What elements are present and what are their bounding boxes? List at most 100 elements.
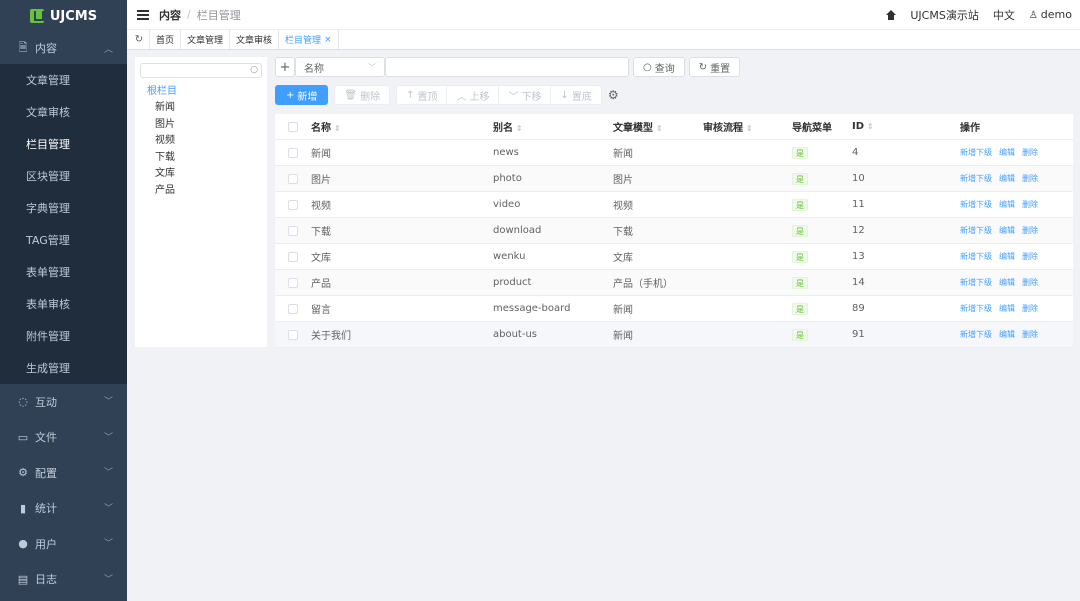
home-icon[interactable] [886, 9, 897, 20]
delete-link[interactable]: 删除 [1022, 252, 1038, 261]
gear-icon[interactable]: ⚙ [608, 88, 619, 102]
edit-link[interactable]: 编辑 [999, 148, 1015, 157]
delete-link[interactable]: 删除 [1022, 330, 1038, 339]
tree-search-input[interactable]: ○ [140, 63, 262, 78]
row-checkbox[interactable] [288, 199, 298, 210]
edit-link[interactable]: 编辑 [999, 304, 1015, 313]
refresh-icon[interactable]: ↻ [131, 30, 147, 49]
close-icon[interactable]: × [324, 35, 332, 45]
tree-node[interactable]: 视频 [140, 133, 262, 150]
move-bottom-button[interactable]: ↓ 置底 [550, 85, 602, 105]
row-checkbox[interactable] [288, 277, 298, 288]
add-child-link[interactable]: 新增下级 [960, 304, 992, 313]
sidebar-group-stats[interactable]: ▮ 统计 ﹀ [0, 491, 127, 527]
sidebar-item-generate[interactable]: 生成管理 [0, 352, 127, 384]
add-child-link[interactable]: 新增下级 [960, 174, 992, 183]
menu-toggle-icon[interactable] [137, 9, 149, 20]
add-child-link[interactable]: 新增下级 [960, 252, 992, 261]
tree-node[interactable]: 文库 [140, 166, 262, 183]
sidebar-item-channels[interactable]: 栏目管理 [0, 128, 127, 160]
delete-link[interactable]: 删除 [1022, 200, 1038, 209]
column-header-id[interactable]: ID ⇕ [852, 121, 960, 132]
language-switch[interactable]: 中文 [993, 7, 1015, 23]
reset-label: 重置 [710, 63, 731, 75]
app-logo[interactable]: UJCMS [0, 0, 127, 32]
document-icon: 🗎 [18, 40, 28, 54]
add-child-link[interactable]: 新增下级 [960, 148, 992, 157]
sidebar-item-blocks[interactable]: 区块管理 [0, 160, 127, 192]
table-row[interactable]: 视频 video 视频 是 11 新增下级 编辑 删除 [275, 192, 1073, 218]
row-checkbox[interactable] [288, 329, 298, 340]
column-header-process[interactable]: 审核流程 ⇕ [703, 119, 792, 134]
row-checkbox[interactable] [288, 173, 298, 184]
table-row[interactable]: 文库 wenku 文库 是 13 新增下级 编辑 删除 [275, 244, 1073, 270]
add-child-link[interactable]: 新增下级 [960, 330, 992, 339]
search-input[interactable] [385, 57, 629, 77]
sidebar-group-logs[interactable]: ▤ 日志 ﹀ [0, 562, 127, 598]
row-checkbox[interactable] [288, 147, 298, 158]
table-row[interactable]: 留言 message-board 新闻 是 89 新增下级 编辑 删除 [275, 296, 1073, 322]
tree-node[interactable]: 新闻 [140, 100, 262, 117]
edit-link[interactable]: 编辑 [999, 174, 1015, 183]
sort-icon: ⇕ [867, 122, 874, 131]
sidebar-group-content[interactable]: 🗎 内容 ︿ [0, 32, 127, 64]
add-child-link[interactable]: 新增下级 [960, 278, 992, 287]
tree-node[interactable]: 图片 [140, 117, 262, 134]
sidebar-group-interaction[interactable]: ◌ 互动 ﹀ [0, 384, 127, 420]
edit-link[interactable]: 编辑 [999, 330, 1015, 339]
sidebar-item-article-review[interactable]: 文章审核 [0, 96, 127, 128]
query-button[interactable]: ○ 查询 [633, 57, 685, 77]
tree-node[interactable]: 产品 [140, 183, 262, 200]
column-header-model[interactable]: 文章模型 ⇕ [613, 119, 703, 134]
move-down-button[interactable]: ﹀ 下移 [498, 85, 552, 105]
add-child-link[interactable]: 新增下级 [960, 226, 992, 235]
sidebar-item-tags[interactable]: TAG管理 [0, 224, 127, 256]
tab-channels[interactable]: 栏目管理 × [278, 30, 339, 49]
move-top-button[interactable]: ↑ 置顶 [396, 85, 448, 105]
add-condition-button[interactable]: + [275, 57, 295, 77]
column-header-alias[interactable]: 别名 ⇕ [493, 119, 613, 134]
sidebar-item-forms[interactable]: 表单管理 [0, 256, 127, 288]
tab-articles[interactable]: 文章管理 [180, 30, 229, 49]
sidebar-item-form-review[interactable]: 表单审核 [0, 288, 127, 320]
delete-link[interactable]: 删除 [1022, 174, 1038, 183]
sidebar-item-attachments[interactable]: 附件管理 [0, 320, 127, 352]
tree-node-root[interactable]: 根栏目 [140, 83, 262, 100]
table-row[interactable]: 下载 download 下载 是 12 新增下级 编辑 删除 [275, 218, 1073, 244]
delete-link[interactable]: 删除 [1022, 148, 1038, 157]
delete-button[interactable]: 🗑 删除 [334, 85, 391, 105]
column-header-name[interactable]: 名称 ⇕ [311, 119, 493, 134]
delete-link[interactable]: 删除 [1022, 278, 1038, 287]
tab-article-review[interactable]: 文章审核 [229, 30, 278, 49]
sidebar-item-articles[interactable]: 文章管理 [0, 64, 127, 96]
sidebar-item-dictionary[interactable]: 字典管理 [0, 192, 127, 224]
sidebar-group-label: 互动 [35, 395, 57, 409]
row-checkbox[interactable] [288, 251, 298, 262]
edit-link[interactable]: 编辑 [999, 278, 1015, 287]
move-up-button[interactable]: ︿ 上移 [446, 85, 500, 105]
reset-button[interactable]: ↻ 重置 [688, 57, 741, 77]
row-actions: 新增下级 编辑 删除 [960, 147, 1073, 158]
delete-link[interactable]: 删除 [1022, 226, 1038, 235]
sidebar-group-config[interactable]: ⚙ 配置 ﹀ [0, 455, 127, 491]
row-checkbox[interactable] [288, 225, 298, 236]
edit-link[interactable]: 编辑 [999, 252, 1015, 261]
sidebar-group-users[interactable]: ● 用户 ﹀ [0, 526, 127, 562]
add-child-link[interactable]: 新增下级 [960, 200, 992, 209]
table-row[interactable]: 关于我们 about-us 新闻 是 91 新增下级 编辑 删除 [275, 322, 1073, 348]
table-row[interactable]: 图片 photo 图片 是 10 新增下级 编辑 删除 [275, 166, 1073, 192]
edit-link[interactable]: 编辑 [999, 226, 1015, 235]
edit-link[interactable]: 编辑 [999, 200, 1015, 209]
select-all-checkbox[interactable] [288, 121, 298, 132]
row-checkbox[interactable] [288, 303, 298, 314]
table-row[interactable]: 新闻 news 新闻 是 4 新增下级 编辑 删除 [275, 140, 1073, 166]
tree-node[interactable]: 下载 [140, 150, 262, 167]
search-field-select[interactable]: 名称 ﹀ [295, 57, 385, 77]
sidebar-group-files[interactable]: ▭ 文件 ﹀ [0, 420, 127, 456]
add-button[interactable]: + 新增 [275, 85, 329, 105]
delete-link[interactable]: 删除 [1022, 304, 1038, 313]
site-link[interactable]: UJCMS演示站 [910, 7, 978, 23]
tab-home[interactable]: 首页 [149, 30, 180, 49]
table-row[interactable]: 产品 product 产品（手机） 是 14 新增下级 编辑 删除 [275, 270, 1073, 296]
user-menu[interactable]: ♙ demo [1029, 8, 1072, 21]
